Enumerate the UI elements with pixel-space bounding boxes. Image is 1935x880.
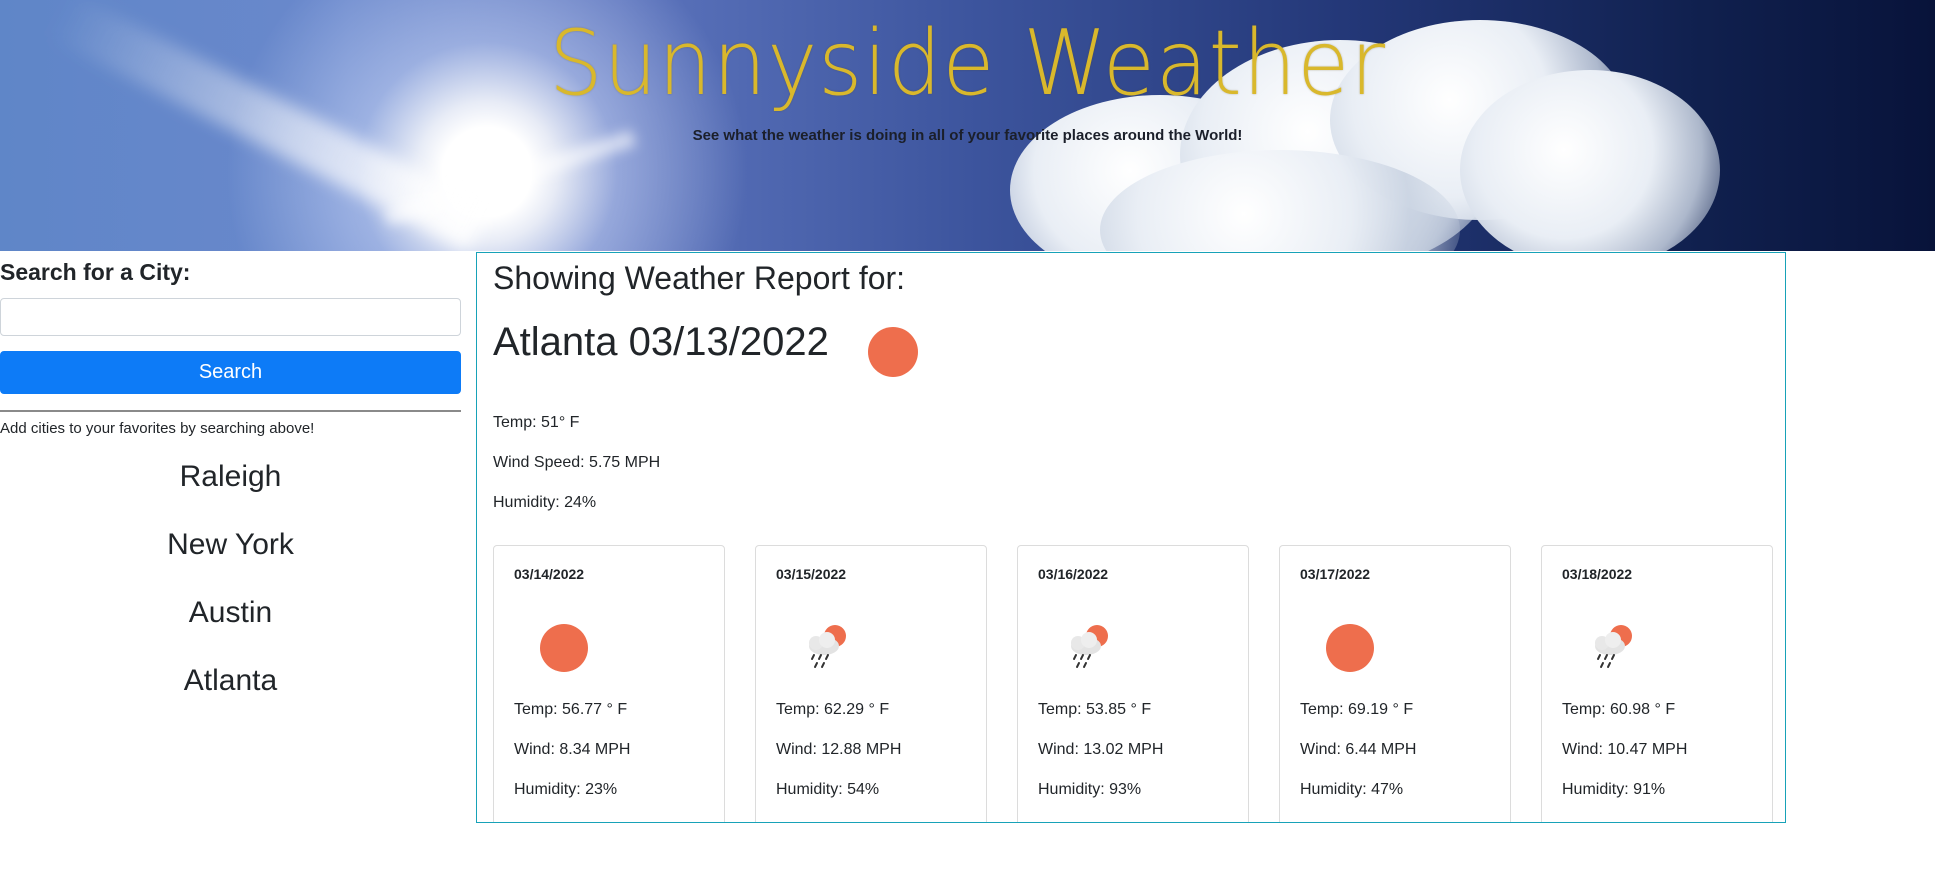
current-temp: Temp: 51° F <box>493 414 580 431</box>
forecast-wind: Wind: 12.88 MPH <box>776 741 902 758</box>
forecast-wind: Wind: 10.47 MPH <box>1562 741 1688 758</box>
search-heading: Search for a City: <box>0 259 191 285</box>
search-button[interactable]: Search <box>0 351 461 394</box>
favorite-city-austin[interactable]: Austin <box>0 595 461 631</box>
sun-icon <box>868 327 918 377</box>
weather-report-panel: Showing Weather Report for: Atlanta 03/1… <box>476 252 1786 823</box>
forecast-date: 03/14/2022 <box>514 566 585 582</box>
favorite-city-raleigh[interactable]: Raleigh <box>0 459 461 495</box>
favorite-city-atlanta[interactable]: Atlanta <box>0 663 461 699</box>
rain-cloud-sun-icon <box>809 625 846 668</box>
forecast-wind: Wind: 8.34 MPH <box>514 741 631 758</box>
favorite-city-new-york[interactable]: New York <box>0 527 461 563</box>
forecast-card: 03/14/2022 Temp: 56.77 ° F Wind: 8.34 MP… <box>493 545 725 822</box>
rain-cloud-sun-icon <box>1071 625 1108 668</box>
rain-cloud-sun-icon <box>1595 625 1632 668</box>
sun-icon <box>1326 624 1374 672</box>
forecast-humidity: Humidity: 23% <box>514 781 618 798</box>
city-search-input[interactable] <box>0 298 461 336</box>
forecast-temp: Temp: 60.98 ° F <box>1562 701 1676 718</box>
forecast-temp: Temp: 62.29 ° F <box>776 701 890 718</box>
report-heading: Showing Weather Report for: <box>493 260 906 296</box>
forecast-temp: Temp: 69.19 ° F <box>1300 701 1414 718</box>
favorites-list: Raleigh New York Austin Atlanta <box>0 459 461 699</box>
forecast-temp: Temp: 53.85 ° F <box>1038 701 1152 718</box>
sun-icon <box>540 624 588 672</box>
forecast-date: 03/15/2022 <box>776 566 847 582</box>
forecast-row: 03/14/2022 Temp: 56.77 ° F Wind: 8.34 MP… <box>493 545 1773 822</box>
current-wind: Wind Speed: 5.75 MPH <box>493 454 661 471</box>
header-banner: Sunnyside Weather See what the weather i… <box>0 0 1935 251</box>
sidebar-divider <box>0 410 461 412</box>
forecast-humidity: Humidity: 93% <box>1038 781 1142 798</box>
forecast-wind: Wind: 6.44 MPH <box>1300 741 1417 758</box>
forecast-wind: Wind: 13.02 MPH <box>1038 741 1164 758</box>
forecast-card: 03/15/2022 Temp: 62.29 ° F Wind: 12.88 M… <box>755 545 987 822</box>
current-city-date: Atlanta 03/13/2022 <box>493 320 829 364</box>
forecast-card: 03/16/2022 Temp: 53.85 ° F Wind: 13.02 M… <box>1017 545 1249 822</box>
forecast-date: 03/18/2022 <box>1562 566 1633 582</box>
forecast-humidity: Humidity: 47% <box>1300 781 1404 798</box>
page-subtitle: See what the weather is doing in all of … <box>692 127 1243 144</box>
forecast-temp: Temp: 56.77 ° F <box>514 701 628 718</box>
forecast-humidity: Humidity: 54% <box>776 781 880 798</box>
favorites-hint: Add cities to your favorites by searchin… <box>0 420 315 437</box>
sidebar: Search for a City: Search Add cities to … <box>0 251 461 699</box>
forecast-date: 03/17/2022 <box>1300 566 1371 582</box>
current-humidity: Humidity: 24% <box>493 494 597 511</box>
forecast-card: 03/18/2022 Temp: 60.98 ° F Wind: 10.47 M… <box>1541 545 1773 822</box>
forecast-date: 03/16/2022 <box>1038 566 1109 582</box>
page-title: Sunnyside Weather <box>548 11 1387 116</box>
forecast-humidity: Humidity: 91% <box>1562 781 1666 798</box>
forecast-card: 03/17/2022 Temp: 69.19 ° F Wind: 6.44 MP… <box>1279 545 1511 822</box>
